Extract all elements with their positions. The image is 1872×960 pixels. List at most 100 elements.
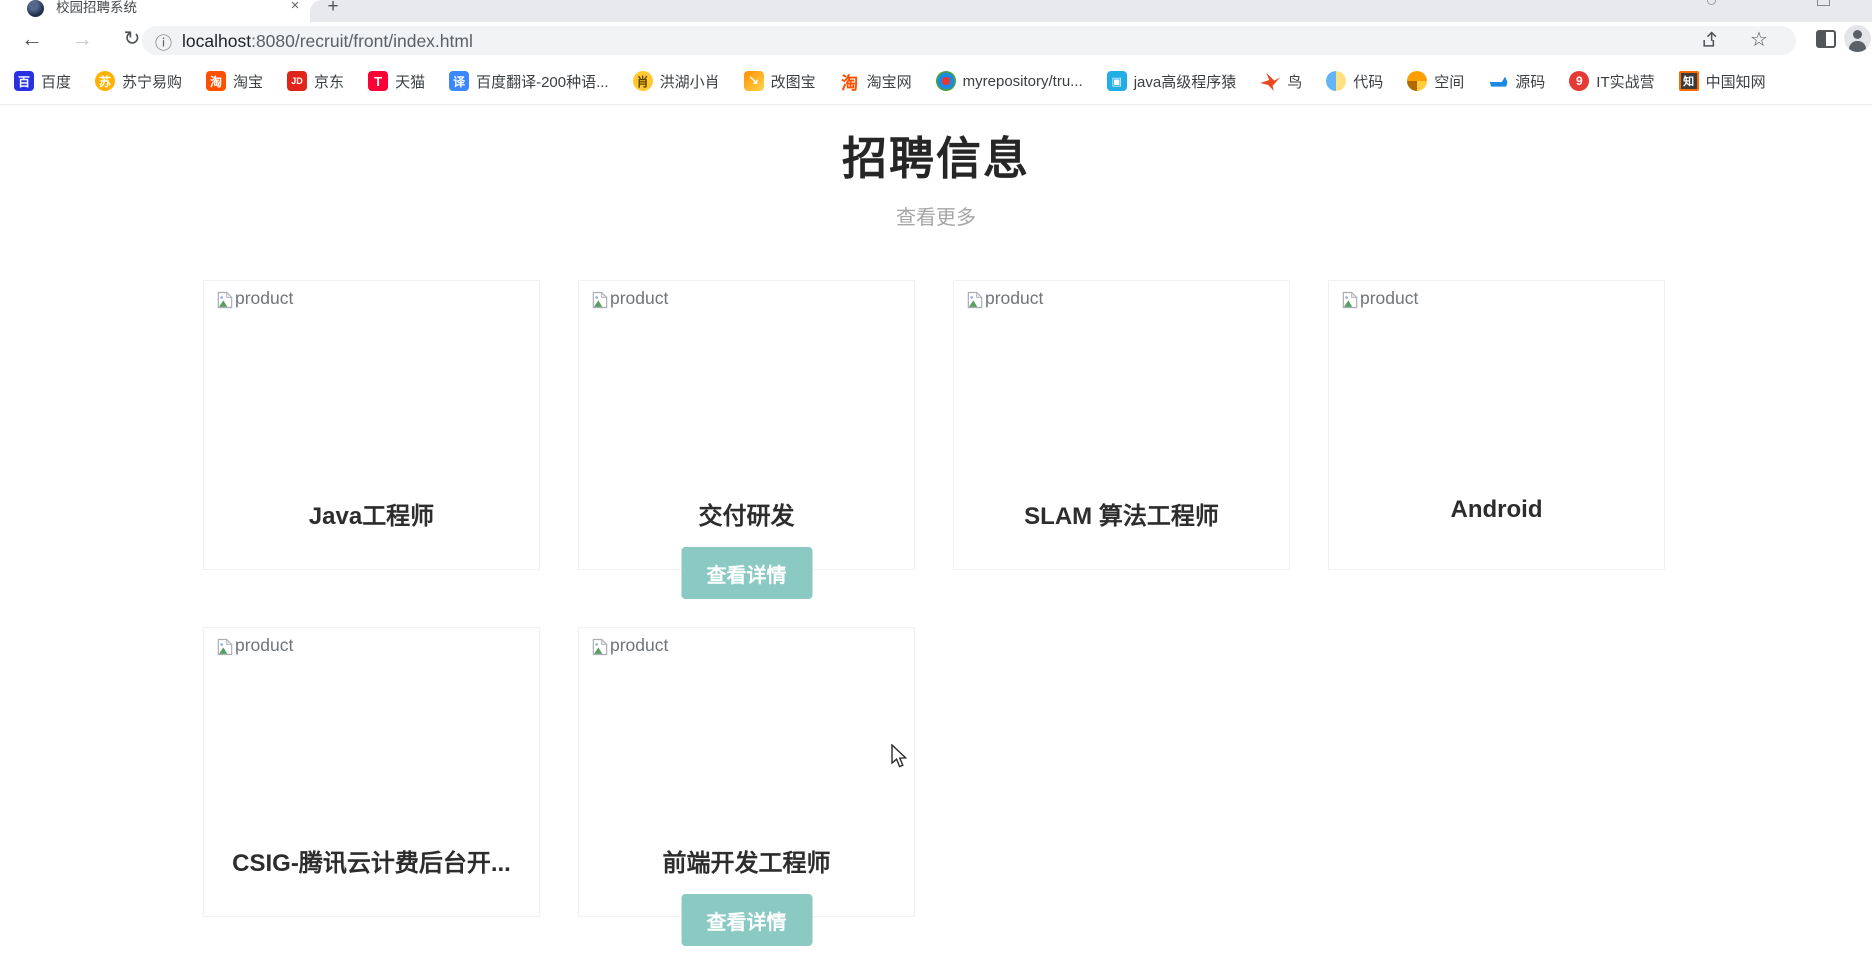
- cnki-icon: 知: [1678, 71, 1699, 91]
- bookmark-label: 洪湖小肖: [659, 73, 720, 91]
- bookmark-label: 天猫: [395, 73, 426, 91]
- bookmark-code[interactable]: 代码: [1326, 71, 1383, 92]
- avatar-head: [1853, 30, 1862, 39]
- gaitubao-icon: ↘: [743, 71, 764, 91]
- bookmark-label: 源码: [1515, 73, 1546, 91]
- view-details-button[interactable]: 查看详情: [681, 894, 812, 946]
- bookmark-suning[interactable]: 苏 苏宁易购: [95, 71, 182, 92]
- job-card-slam[interactable]: product SLAM 算法工程师: [953, 280, 1290, 570]
- bookmark-label: java高级程序猿: [1133, 73, 1237, 91]
- job-title: 交付研发: [698, 503, 795, 530]
- address-bar[interactable]: ⓘ localhost:8080/recruit/front/index.htm…: [142, 26, 1796, 55]
- bookmark-qzone[interactable]: 空间: [1407, 71, 1464, 92]
- job-title: SLAM 算法工程师: [1024, 503, 1219, 530]
- bookmark-gaitubao[interactable]: ↘ 改图宝: [743, 71, 816, 92]
- tab-strip-background: [310, 0, 1872, 22]
- docker-whale-icon: [1489, 76, 1508, 87]
- baidu-icon: 百: [14, 71, 34, 91]
- job-card-java[interactable]: product Java工程师: [203, 280, 540, 570]
- avatar-body: [1849, 41, 1866, 52]
- bookmark-label: 淘宝网: [866, 73, 912, 91]
- back-icon[interactable]: ←: [18, 25, 46, 53]
- broken-image-placeholder: product: [215, 635, 293, 657]
- bookmark-cnki[interactable]: 知 中国知网: [1678, 71, 1766, 92]
- bookmark-bird[interactable]: 鸟: [1260, 71, 1302, 92]
- browser-toolbar: ← → ↻ ⓘ localhost:8080/recruit/front/ind…: [0, 22, 1872, 58]
- bookmark-label: 百度翻译-200种语...: [476, 73, 609, 91]
- bird-icon: [1260, 72, 1281, 91]
- bookmark-label: 中国知网: [1705, 73, 1766, 91]
- url-host: localhost: [182, 31, 252, 51]
- bookmark-tmall[interactable]: T 天猫: [368, 71, 425, 92]
- broken-image-icon: [217, 638, 233, 656]
- bookmark-label: myrepository/tru...: [962, 72, 1083, 90]
- bookmark-it-camp[interactable]: 9 IT实战营: [1569, 71, 1655, 92]
- job-card-android[interactable]: product Android: [1328, 280, 1665, 570]
- job-title: 前端开发工程师: [662, 850, 831, 877]
- tab-strip: 校园招聘系统 × +: [0, 0, 1872, 22]
- bookmark-label: 京东: [314, 73, 345, 91]
- share-icon[interactable]: [1700, 30, 1720, 55]
- bookmark-label: 苏宁易购: [122, 73, 183, 91]
- site-favicon-icon: [27, 0, 44, 17]
- job-title: Java工程师: [308, 503, 435, 530]
- job-card-csig[interactable]: product CSIG-腾讯云计费后台开...: [203, 627, 540, 917]
- forward-icon: →: [71, 26, 93, 51]
- bookmark-honghuxiaoxiao[interactable]: 肖 洪湖小肖: [632, 71, 720, 92]
- jd-icon: JD: [287, 71, 308, 91]
- bookmark-label: 百度: [41, 73, 72, 91]
- bookmark-star-icon[interactable]: ☆: [1750, 27, 1768, 52]
- browser-tab[interactable]: 校园招聘系统 ×: [10, 0, 307, 22]
- side-panel-icon[interactable]: [1816, 30, 1836, 48]
- taobao-icon: 淘: [206, 71, 227, 91]
- bookmark-label: 改图宝: [770, 73, 816, 91]
- bookmark-taobaowang[interactable]: 淘 淘宝网: [840, 71, 912, 93]
- suning-icon: 苏: [95, 71, 116, 91]
- bookmark-java-programmer[interactable]: ▣ java高级程序猿: [1106, 71, 1237, 92]
- new-tab-button[interactable]: +: [322, 0, 344, 18]
- taobaowang-icon: 淘: [841, 73, 859, 93]
- broken-image-placeholder: product: [215, 288, 293, 310]
- bookmarks-bar: 百 百度 苏 苏宁易购 淘 淘宝 JD 京东 T 天猫 译 百度翻译-200种语…: [0, 58, 1872, 105]
- job-card-delivery-rd[interactable]: product 交付研发 查看详情: [578, 280, 915, 599]
- job-card-frontend[interactable]: product 前端开发工程师 查看详情: [578, 627, 915, 946]
- tab-title: 校园招聘系统: [56, 0, 137, 15]
- browser-window: 校园招聘系统 × + ← → ↻ ⓘ localhost:8080/recrui…: [0, 0, 1872, 960]
- image-alt-text: product: [235, 635, 294, 655]
- web-page: 招聘信息 查看更多 product Java工程师 product 交付研发 查…: [0, 105, 1872, 960]
- profile-avatar[interactable]: [1844, 25, 1871, 52]
- image-alt-text: product: [1360, 288, 1419, 308]
- bookmark-source-code[interactable]: 源码: [1488, 71, 1545, 92]
- broken-image-icon: [217, 291, 233, 309]
- broken-image-placeholder: product: [590, 288, 668, 310]
- job-title: CSIG-腾讯云计费后台开...: [232, 850, 511, 877]
- baidu-translate-icon: 译: [449, 71, 470, 91]
- bookmark-jd[interactable]: JD 京东: [287, 71, 344, 92]
- tab-close-icon[interactable]: ×: [286, 0, 304, 15]
- bookmark-label: 淘宝: [233, 73, 264, 91]
- mouse-cursor: [888, 743, 910, 775]
- bilibili-tv-icon: ▣: [1106, 71, 1127, 91]
- bookmark-taobao[interactable]: 淘 淘宝: [206, 71, 263, 92]
- broken-image-icon: [592, 638, 608, 656]
- broken-image-icon: [592, 291, 608, 309]
- broken-image-placeholder: product: [590, 635, 668, 657]
- code-icon: [1326, 71, 1347, 91]
- broken-image-icon: [1342, 291, 1358, 309]
- bookmark-baidu-translate[interactable]: 译 百度翻译-200种语...: [449, 71, 609, 92]
- bookmark-baidu[interactable]: 百 百度: [14, 71, 71, 92]
- image-alt-text: product: [610, 635, 669, 655]
- page-title: 招聘信息: [841, 133, 1030, 184]
- image-alt-text: product: [235, 288, 294, 308]
- honghuxiaoxiao-icon: 肖: [632, 71, 653, 91]
- window-restore-icon[interactable]: [1817, 0, 1830, 6]
- view-more-link[interactable]: 查看更多: [0, 201, 1872, 230]
- page-info-icon[interactable]: ⓘ: [155, 29, 172, 54]
- bookmark-label: 空间: [1434, 73, 1465, 91]
- myrepository-icon: [935, 71, 956, 91]
- it-camp-icon: 9: [1569, 71, 1590, 91]
- bookmark-myrepository[interactable]: myrepository/tru...: [935, 71, 1083, 91]
- view-details-button[interactable]: 查看详情: [681, 547, 812, 599]
- url-text[interactable]: localhost:8080/recruit/front/index.html: [182, 31, 473, 52]
- url-path: :8080/recruit/front/index.html: [251, 31, 473, 51]
